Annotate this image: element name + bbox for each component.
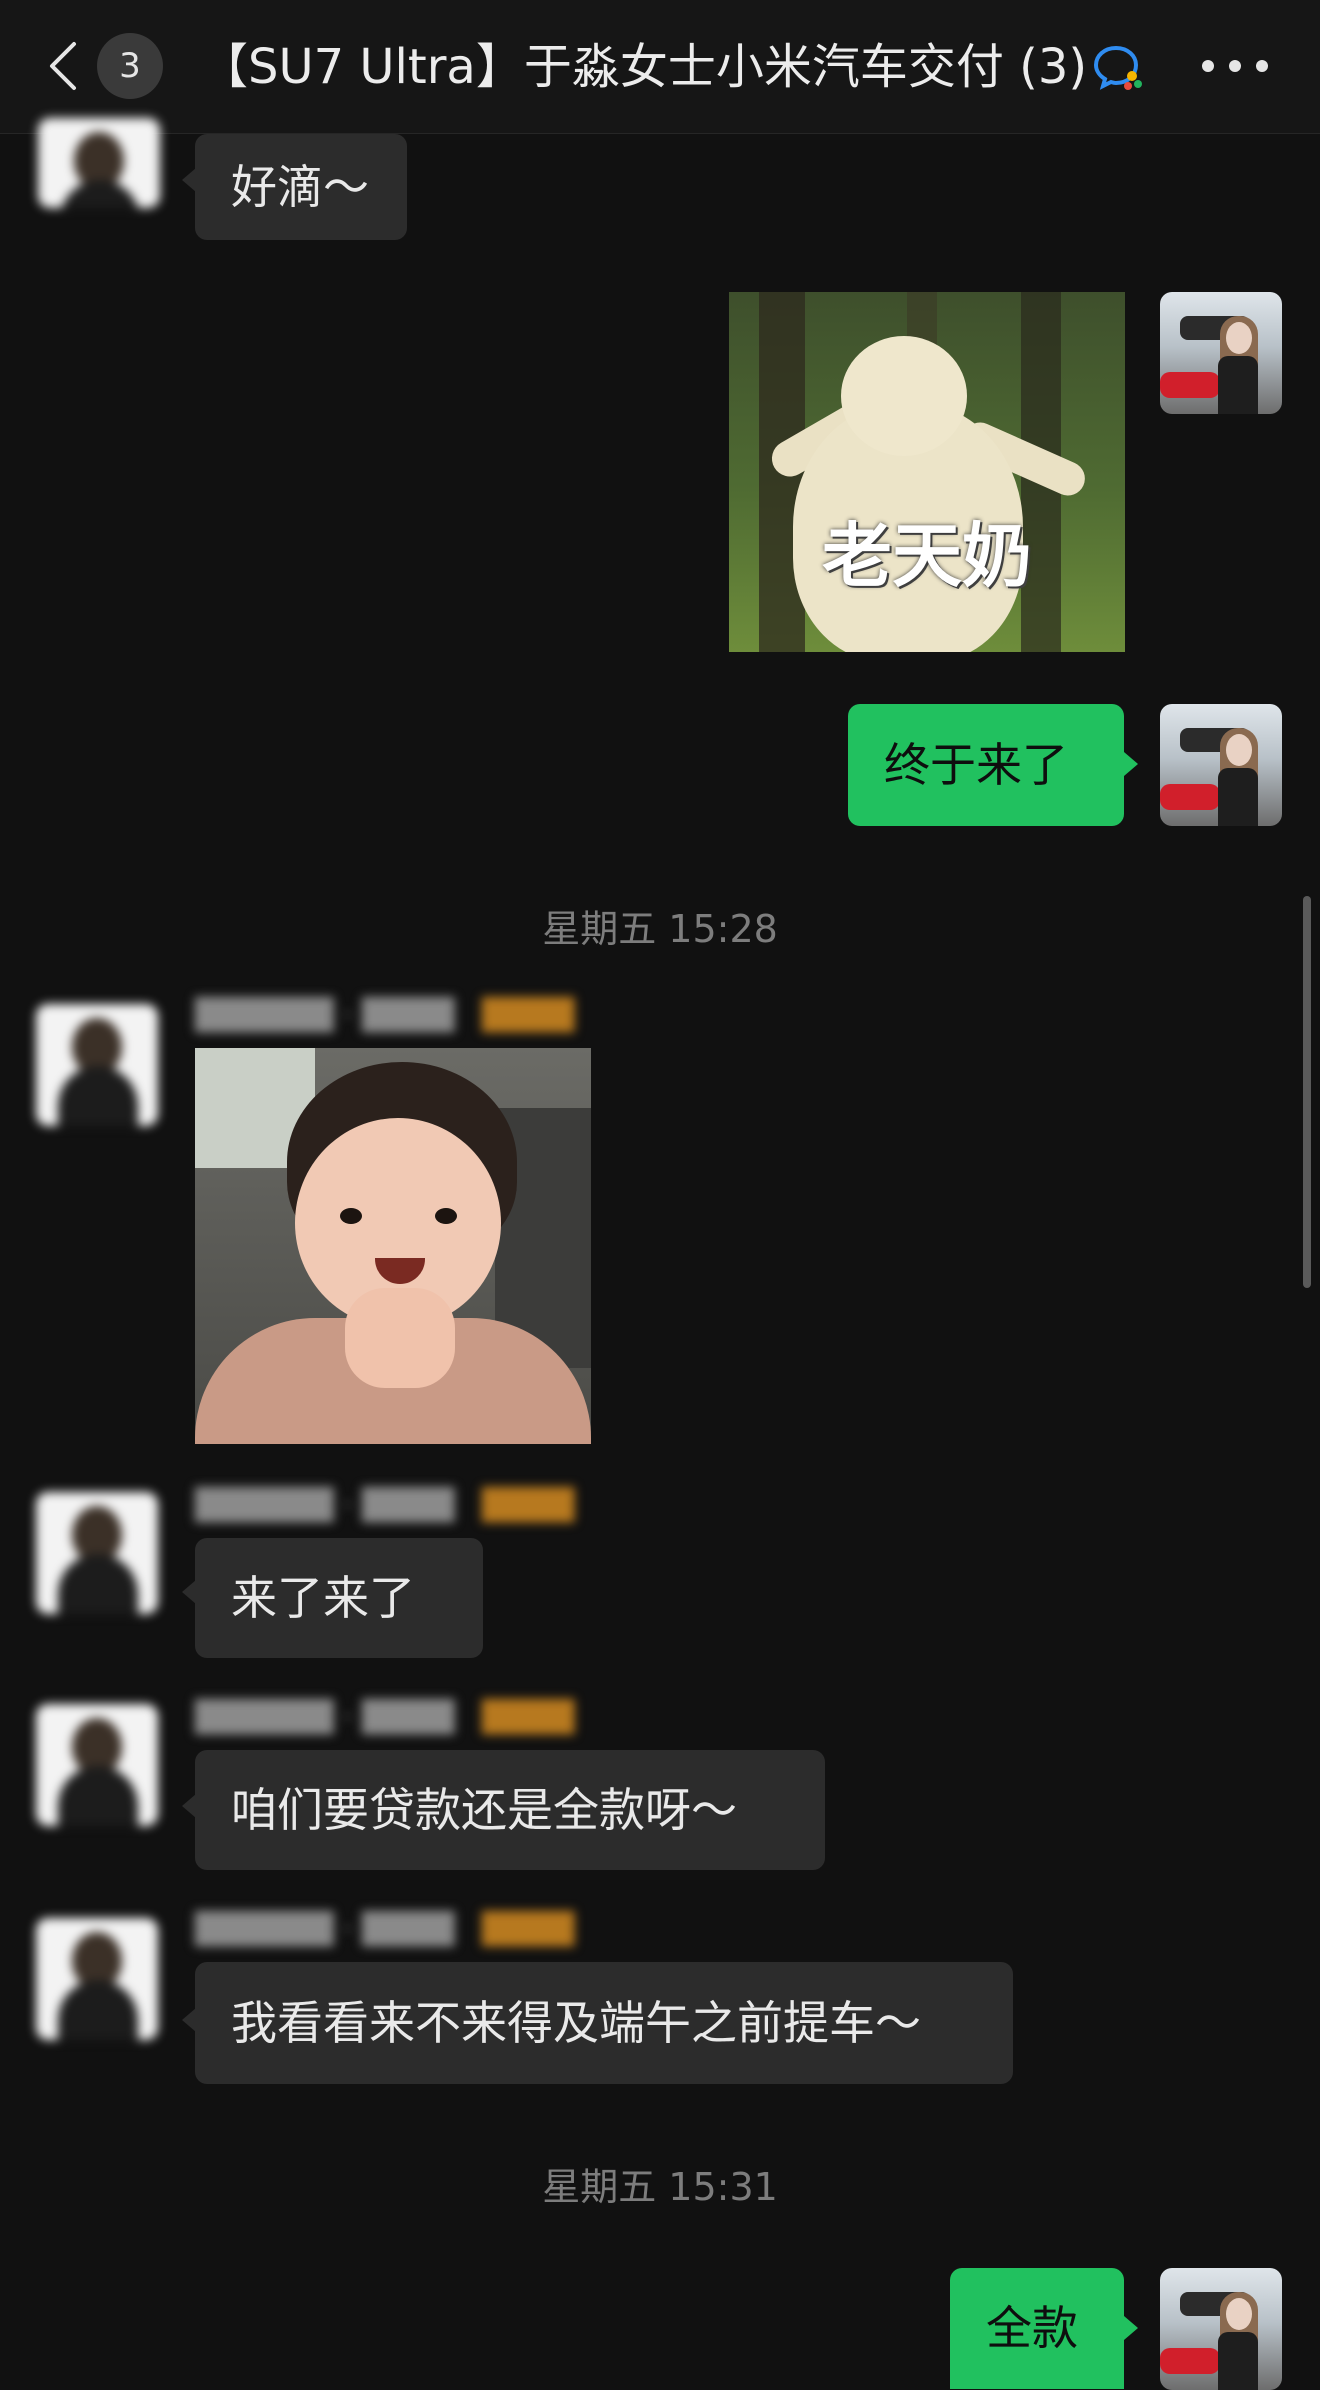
sender-avatar[interactable]	[38, 118, 160, 208]
more-options-button[interactable]	[1200, 54, 1270, 78]
bubble-tail	[182, 1580, 196, 1604]
dot-icon	[1229, 60, 1241, 72]
wecom-chat-icon[interactable]	[1092, 44, 1144, 92]
my-avatar[interactable]	[1160, 704, 1282, 826]
message-bubble-incoming[interactable]: 来了来了	[195, 1538, 483, 1658]
dot-icon	[1202, 60, 1214, 72]
bubble-tail	[182, 2008, 196, 2032]
unread-count-badge[interactable]: 3	[97, 33, 163, 99]
sender-avatar[interactable]	[36, 1918, 158, 2040]
message-bubble-outgoing[interactable]: 终于来了	[848, 704, 1124, 826]
bubble-tail	[182, 1794, 196, 1818]
sender-avatar[interactable]	[36, 1004, 158, 1126]
message-bubble-outgoing[interactable]: 全款	[950, 2268, 1124, 2389]
my-avatar[interactable]	[1160, 292, 1282, 414]
sticker-bear-image[interactable]: 老天奶	[729, 292, 1125, 652]
message-timestamp: 星期五 15:28	[542, 907, 778, 951]
my-avatar[interactable]	[1160, 2268, 1282, 2390]
chevron-left-icon[interactable]	[44, 38, 84, 94]
message-bubble-incoming[interactable]: 我看看来不来得及端午之前提车～	[195, 1962, 1013, 2084]
bubble-tail	[182, 168, 196, 192]
sticker-baby-image[interactable]	[195, 1048, 591, 1444]
sender-avatar[interactable]	[36, 1704, 158, 1826]
chat-header: 3 【SU7 Ultra】于淼女士小米汽车交付 (3)	[0, 0, 1320, 134]
sender-avatar[interactable]	[36, 1492, 158, 1614]
dot-icon	[1256, 60, 1268, 72]
message-bubble-incoming[interactable]: 好滴～	[195, 134, 407, 240]
sticker-caption: 老天奶	[822, 515, 1032, 597]
sender-name-blurred: ██████ · ████ ████	[195, 1700, 575, 1735]
message-timestamp: 星期五 15:31	[542, 2165, 778, 2209]
sender-name-blurred: ██████ · ████ ████	[195, 1488, 575, 1523]
bubble-tail	[1124, 752, 1138, 776]
message-bubble-incoming[interactable]: 咱们要贷款还是全款呀～	[195, 1750, 825, 1870]
sender-name-blurred: ██████ · ████ ████	[195, 998, 575, 1033]
sender-name-blurred: ██████ · ████ ████	[195, 1912, 575, 1947]
bubble-tail	[1124, 2316, 1138, 2340]
chat-title[interactable]: 【SU7 Ultra】于淼女士小米汽车交付 (3)	[200, 32, 1090, 102]
chat-scrollbar[interactable]	[1303, 896, 1311, 1288]
